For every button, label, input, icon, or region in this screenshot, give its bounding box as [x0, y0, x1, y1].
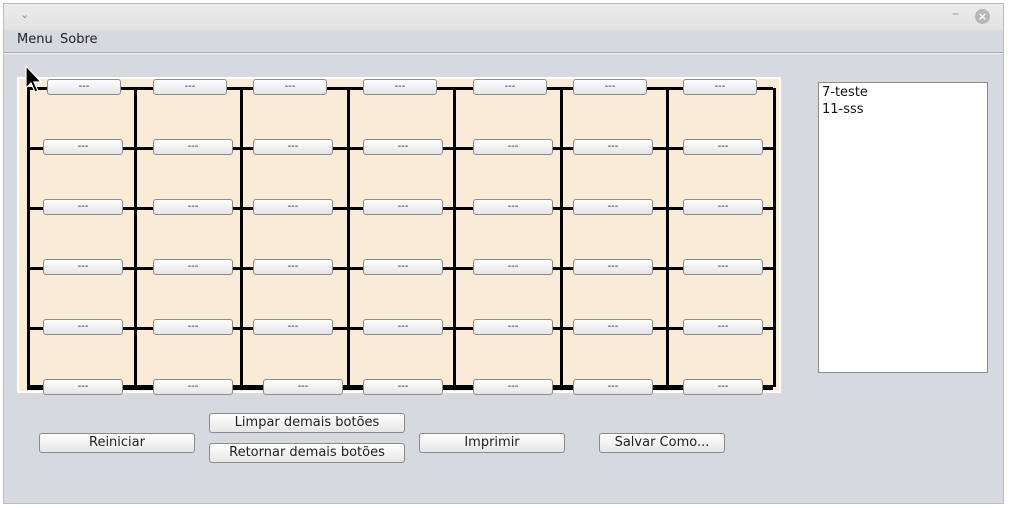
slot-button[interactable]: ---: [473, 379, 553, 395]
window-menu-icon[interactable]: ⌄: [20, 8, 29, 21]
imprimir-button[interactable]: Imprimir: [419, 433, 565, 453]
slot-button[interactable]: ---: [573, 139, 653, 155]
slot-button[interactable]: ---: [473, 199, 553, 215]
menu-item-menu[interactable]: Menu: [17, 32, 53, 47]
slot-button[interactable]: ---: [43, 379, 123, 395]
slot-button[interactable]: ---: [573, 379, 653, 395]
slot-button[interactable]: ---: [363, 139, 443, 155]
slot-button[interactable]: ---: [573, 259, 653, 275]
grid-line-vertical: [772, 88, 776, 387]
slot-button[interactable]: ---: [363, 379, 443, 395]
slot-button[interactable]: ---: [153, 199, 233, 215]
close-icon[interactable]: ×: [975, 9, 990, 24]
reiniciar-button[interactable]: Reiniciar: [39, 433, 195, 453]
slot-button[interactable]: ---: [683, 259, 763, 275]
slot-button[interactable]: ---: [153, 259, 233, 275]
list-item[interactable]: 11-sss: [822, 102, 984, 119]
limpar-button[interactable]: Limpar demais botões: [209, 413, 405, 433]
slot-button[interactable]: ---: [47, 79, 121, 95]
slot-button[interactable]: ---: [363, 259, 443, 275]
slot-button[interactable]: ---: [573, 319, 653, 335]
slot-button[interactable]: ---: [153, 319, 233, 335]
slot-button[interactable]: ---: [363, 199, 443, 215]
slot-button[interactable]: ---: [573, 199, 653, 215]
slot-button[interactable]: ---: [473, 79, 547, 95]
salvar-como-button[interactable]: Salvar Como...: [599, 433, 725, 453]
slot-button[interactable]: ---: [153, 79, 227, 95]
slot-button[interactable]: ---: [473, 319, 553, 335]
slot-button[interactable]: ---: [683, 319, 763, 335]
slot-button[interactable]: ---: [263, 379, 343, 395]
title-bar: ⌄ – ×: [4, 4, 1003, 30]
grid-line-vertical: [133, 88, 137, 387]
slot-button[interactable]: ---: [253, 139, 333, 155]
list-item[interactable]: 7-teste: [822, 85, 984, 102]
grid-line-vertical: [666, 88, 669, 387]
app-window: ⌄ – × Menu Sobre --- --- --- --- --- --- --- --…: [3, 3, 1004, 504]
grid-line-vertical: [453, 88, 456, 387]
grid-line-vertical: [346, 88, 350, 387]
slot-button[interactable]: ---: [683, 199, 763, 215]
slot-button[interactable]: ---: [473, 139, 553, 155]
slot-button[interactable]: ---: [363, 79, 437, 95]
slot-button[interactable]: ---: [153, 379, 233, 395]
minimize-icon[interactable]: –: [952, 6, 959, 22]
slot-grid: --- --- --- --- --- --- --- --- --- --- --- --- --- -…: [17, 77, 781, 395]
slot-button[interactable]: ---: [363, 319, 443, 335]
slot-button[interactable]: ---: [43, 319, 123, 335]
mouse-pointer-icon: [25, 64, 43, 93]
menu-bar: Menu Sobre: [4, 30, 1003, 53]
slot-button[interactable]: ---: [153, 139, 233, 155]
slot-button[interactable]: ---: [683, 379, 763, 395]
menu-item-sobre[interactable]: Sobre: [60, 32, 98, 47]
retornar-button[interactable]: Retornar demais botões: [209, 443, 405, 463]
slot-button[interactable]: ---: [43, 259, 123, 275]
grid-line-vertical: [27, 88, 30, 387]
slot-button[interactable]: ---: [253, 259, 333, 275]
grid-line-vertical: [240, 88, 243, 387]
slot-button[interactable]: ---: [473, 259, 553, 275]
slot-button[interactable]: ---: [43, 139, 123, 155]
grid-line-vertical: [559, 88, 563, 387]
slot-button[interactable]: ---: [253, 199, 333, 215]
slot-button[interactable]: ---: [683, 139, 763, 155]
slot-button[interactable]: ---: [683, 79, 757, 95]
slot-button[interactable]: ---: [253, 319, 333, 335]
slot-button[interactable]: ---: [43, 199, 123, 215]
items-list[interactable]: 7-teste 11-sss: [818, 82, 988, 373]
slot-button[interactable]: ---: [253, 79, 327, 95]
slot-button[interactable]: ---: [573, 79, 647, 95]
